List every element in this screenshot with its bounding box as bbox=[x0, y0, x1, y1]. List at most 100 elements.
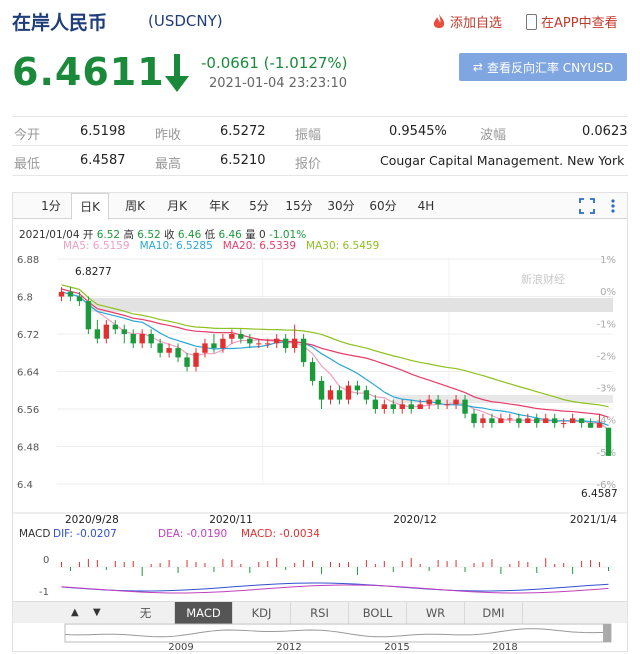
more-icon[interactable] bbox=[605, 198, 621, 214]
candle-body bbox=[462, 399, 468, 414]
x-tick-label: 2020/11 bbox=[209, 514, 253, 526]
candle-body bbox=[435, 399, 441, 405]
macd-tick-label: -1 bbox=[39, 587, 49, 598]
arrow-down-icon bbox=[165, 54, 189, 92]
candle-body bbox=[76, 296, 83, 302]
tab-weekly[interactable]: 周K bbox=[117, 193, 153, 219]
tab-5min[interactable]: 5分 bbox=[243, 193, 275, 219]
candle-body bbox=[265, 343, 271, 345]
ind-tab-dmi[interactable]: DMI bbox=[465, 602, 523, 624]
candle-body bbox=[103, 324, 110, 339]
candle-body bbox=[184, 357, 190, 367]
y-tick-label: 6.88 bbox=[17, 255, 39, 266]
stat-value: 0.0623 bbox=[582, 124, 628, 139]
pct-tick-label: -3% bbox=[597, 384, 616, 395]
stat-value: 6.5272 bbox=[220, 124, 266, 139]
candle-body bbox=[507, 418, 513, 420]
candle-body bbox=[327, 390, 334, 400]
min-price-label: 6.4587 bbox=[581, 488, 618, 500]
candle-body bbox=[525, 418, 531, 424]
candle-body bbox=[426, 399, 432, 405]
ind-tab-none[interactable]: 无 bbox=[117, 602, 175, 624]
candle-body bbox=[300, 338, 307, 363]
stats-table: 今开 6.5198 昨收 6.5272 振幅 0.9545% 波幅 0.0623… bbox=[12, 116, 628, 176]
navigator-year-label: 2012 bbox=[276, 642, 301, 651]
stat-value: 6.4587 bbox=[80, 153, 126, 168]
candle-body bbox=[318, 380, 325, 400]
candle-body bbox=[543, 418, 549, 424]
y-tick-label: 6.64 bbox=[17, 368, 39, 379]
candle-body bbox=[229, 334, 235, 339]
pct-tick-label: 0% bbox=[600, 287, 616, 298]
price-change: -0.0661 (-1.0127%) bbox=[201, 54, 348, 72]
stat-label: 昨收 bbox=[155, 128, 182, 143]
range-navigator[interactable]: 2009 2012 2015 2018 bbox=[13, 623, 627, 651]
stat-label: 振幅 bbox=[295, 128, 322, 143]
reverse-rate-label: 查看反向汇率 CNYUSD bbox=[486, 60, 614, 75]
candle-body bbox=[58, 291, 65, 297]
candle-body bbox=[552, 418, 558, 424]
tab-60min[interactable]: 60分 bbox=[365, 193, 401, 219]
candle-body bbox=[345, 385, 352, 400]
watermark: 新浪财经 bbox=[521, 272, 565, 286]
candle-body bbox=[390, 404, 396, 409]
dif-line bbox=[61, 582, 609, 592]
stat-value: 6.5198 bbox=[80, 124, 126, 139]
pct-tick-label: -1% bbox=[597, 319, 616, 330]
stat-label: 最低 bbox=[14, 157, 41, 172]
stat-label: 今开 bbox=[14, 128, 41, 143]
candle-body bbox=[408, 404, 414, 409]
candle-body bbox=[578, 418, 585, 424]
nav-up-icon[interactable]: ▲ bbox=[71, 606, 83, 620]
candle-body bbox=[534, 418, 540, 424]
tab-monthly[interactable]: 月K bbox=[159, 193, 195, 219]
x-tick-label: 2020/9/28 bbox=[65, 514, 119, 526]
navigator-year-label: 2018 bbox=[492, 642, 517, 651]
ind-tab-rsi[interactable]: RSI bbox=[291, 602, 349, 624]
max-price-label: 6.8277 bbox=[75, 266, 112, 278]
candle-body bbox=[85, 301, 92, 330]
swap-icon: ⇄ bbox=[472, 60, 483, 74]
period-tabs: 1分 日K 周K 月K 年K 5分 15分 30分 60分 4H bbox=[13, 193, 627, 220]
candle-body bbox=[417, 404, 423, 409]
reverse-rate-button[interactable]: ⇄ 查看反向汇率 CNYUSD bbox=[459, 53, 627, 81]
candle-body bbox=[498, 418, 504, 424]
ind-tab-macd[interactable]: MACD bbox=[175, 602, 233, 624]
x-tick-label: 2021/1/4 bbox=[570, 514, 617, 526]
stats-row: 今开 6.5198 昨收 6.5272 振幅 0.9545% 波幅 0.0623 bbox=[12, 116, 628, 146]
tab-daily[interactable]: 日K bbox=[71, 193, 109, 220]
tab-yearly[interactable]: 年K bbox=[201, 193, 237, 219]
candle-body bbox=[471, 413, 477, 424]
candle-body bbox=[247, 338, 253, 344]
macd-tick-label: 0 bbox=[43, 555, 49, 566]
ind-tab-boll[interactable]: BOLL bbox=[349, 602, 407, 624]
candle-body bbox=[193, 352, 199, 367]
y-tick-label: 6.72 bbox=[17, 330, 39, 341]
candle-body bbox=[354, 385, 361, 391]
add-favorite-label: 添加自选 bbox=[450, 16, 503, 31]
tab-15min[interactable]: 15分 bbox=[281, 193, 317, 219]
nav-down-icon[interactable]: ▼ bbox=[93, 606, 105, 620]
indicator-tabs: ▲ ▼ 无 MACD KDJ RSI BOLL WR DMI bbox=[13, 601, 627, 624]
fire-icon bbox=[433, 13, 445, 28]
tab-30min[interactable]: 30分 bbox=[323, 193, 359, 219]
navigator-year-label: 2009 bbox=[168, 642, 193, 651]
candle-body bbox=[202, 343, 208, 353]
open-app-label: 在APP中查看 bbox=[541, 16, 618, 31]
open-app-link[interactable]: 在APP中查看 bbox=[526, 12, 618, 31]
candle-body bbox=[587, 423, 594, 428]
pct-tick-label: 1% bbox=[600, 255, 616, 266]
candle-body bbox=[453, 399, 459, 405]
fullscreen-icon[interactable] bbox=[579, 198, 595, 214]
tab-1min[interactable]: 1分 bbox=[33, 193, 69, 219]
stat-value: Cougar Capital Management. New York bbox=[380, 153, 625, 168]
tab-4h[interactable]: 4H bbox=[411, 193, 441, 219]
highlight-band bbox=[89, 298, 613, 312]
candle-body bbox=[139, 334, 145, 344]
navigator-handle bbox=[603, 624, 611, 642]
ind-tab-kdj[interactable]: KDJ bbox=[233, 602, 291, 624]
add-favorite-link[interactable]: 添加自选 bbox=[432, 12, 502, 31]
candle-body bbox=[489, 418, 495, 424]
y-tick-label: 6.4 bbox=[17, 480, 33, 491]
ind-tab-wr[interactable]: WR bbox=[407, 602, 465, 624]
